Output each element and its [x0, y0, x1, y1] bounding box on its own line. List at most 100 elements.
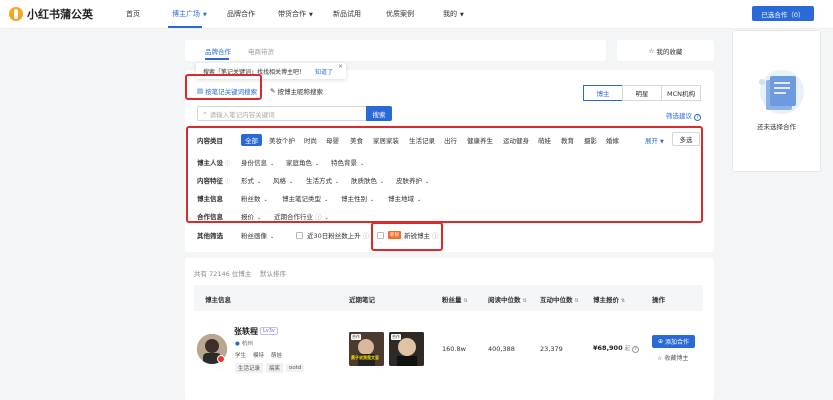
nav-new-product[interactable]: 新品试用: [333, 9, 361, 19]
persona-tags: 学生 模特 萌娃: [235, 351, 289, 359]
read-median-value: 400,388: [488, 345, 515, 353]
fans-value: 160.8w: [442, 345, 466, 353]
favorites-label: 我的收藏: [656, 47, 683, 56]
nickname-icon: ✎: [270, 87, 276, 95]
info-icon: ⓘ: [362, 232, 370, 240]
mode-label: 按博主昵称搜索: [277, 88, 323, 96]
price-amount: ¥68,900: [593, 344, 623, 352]
search-icon: ⌕: [203, 109, 207, 117]
nav-home[interactable]: 首页: [126, 9, 140, 19]
chevron-down-icon: ⌄: [270, 234, 275, 240]
nav-blogger-square[interactable]: 博主广场 ▼: [172, 9, 207, 19]
sort-icon: ⇅: [621, 298, 626, 304]
highlight-newbie-filter: [371, 222, 443, 251]
suggest-label: 筛选建议: [666, 112, 692, 120]
th-blogger-info: 博主信息: [205, 296, 231, 304]
interact-median-value: 23,379: [540, 345, 563, 353]
empty-document-icon: [759, 70, 804, 114]
th-read-median[interactable]: 阅读中位数 ⇅: [488, 294, 527, 304]
checkbox-icon: [296, 231, 303, 239]
blogger-name[interactable]: 张轶程: [234, 326, 258, 337]
nav-label: 我的: [443, 10, 457, 18]
note-tag: 合作: [391, 334, 401, 340]
tag: 模特: [253, 353, 265, 359]
checkbox-label: 近30日粉丝数上升: [307, 232, 361, 240]
tag: 搞笑: [266, 363, 284, 373]
tag: ootd: [286, 364, 305, 372]
note-thumbnail[interactable]: 合作: [389, 332, 424, 366]
star-icon: ☆: [648, 46, 655, 55]
add-coop-button[interactable]: ⊕ 添加合作: [652, 335, 695, 348]
total-count: 共有 72146 位博主: [194, 270, 252, 278]
favorite-blogger-button[interactable]: ☆ 收藏博主: [657, 353, 688, 362]
fan-portrait-dropdown[interactable]: 粉丝画像 ⌄: [241, 230, 274, 240]
segment-mcn[interactable]: MCN机构: [661, 85, 701, 101]
nav-brand-coop[interactable]: 品牌合作: [227, 9, 255, 19]
sort-selector[interactable]: 默认排序: [260, 268, 286, 278]
selected-coop-button[interactable]: 已选合作（0）: [752, 6, 814, 21]
chevron-down-icon: ▼: [460, 12, 464, 18]
plus-icon: ⊕: [657, 338, 663, 345]
th-recent-notes: 近期笔记: [349, 296, 375, 304]
filter-label-other: 其他筛选: [197, 232, 223, 240]
nav-cases[interactable]: 优质案例: [386, 9, 414, 19]
sort-icon: ⇅: [522, 298, 527, 304]
filter-suggest-link[interactable]: 筛选建议?: [666, 110, 701, 121]
nav-ecommerce-coop[interactable]: 带货合作 ▼: [278, 9, 313, 19]
th-interact-median[interactable]: 互动中位数 ⇅: [540, 294, 579, 304]
logo-icon: [9, 7, 23, 21]
th-actions: 操作: [652, 296, 665, 304]
search-button[interactable]: 搜索: [366, 106, 392, 121]
header-label: 博主报价: [593, 296, 619, 304]
brand-name: 小红书蒲公英: [27, 8, 93, 21]
search-by-nickname-tab[interactable]: ✎ 按博主昵称搜索: [270, 86, 323, 96]
nav-active-underline: [168, 26, 202, 28]
search-placeholder: 请输入笔记内容关键词: [209, 110, 275, 119]
button-label: 添加合作: [665, 339, 690, 346]
top-navbar: [0, 0, 833, 29]
my-favorites-button[interactable]: ☆ 我的收藏: [617, 40, 714, 61]
header-label: 互动中位数: [540, 296, 573, 304]
keyword-search-input[interactable]: ⌕ 请输入笔记内容关键词: [197, 106, 367, 121]
sort-icon: ⇅: [463, 298, 468, 304]
header-label: 阅读中位数: [488, 296, 521, 304]
avatar-badge: [217, 355, 225, 363]
brand-logo[interactable]: 小红书蒲公英: [9, 6, 93, 22]
blogger-location: ● 杭州: [235, 339, 253, 347]
highlight-search-mode: [185, 74, 262, 100]
segment-blogger[interactable]: 博主: [583, 85, 623, 101]
location-text: 杭州: [241, 341, 253, 347]
close-icon[interactable]: ×: [338, 63, 343, 70]
tag: 学生: [235, 353, 247, 359]
chevron-down-icon: ▼: [309, 12, 313, 18]
tab-brand-coop[interactable]: 品牌合作: [205, 46, 231, 56]
price-suffix: 起: [624, 346, 631, 352]
fan-growth-checkbox[interactable]: 近30日粉丝数上升 ⓘ: [296, 230, 369, 240]
nav-label: 带货合作: [278, 10, 306, 18]
nav-mine[interactable]: 我的 ▼: [443, 9, 464, 19]
content-tags: 生活记录 搞笑 ootd: [235, 363, 307, 373]
note-caption: 黑子说我是文盲: [351, 355, 379, 360]
th-fans[interactable]: 粉丝量 ⇅: [442, 294, 468, 304]
tag: 生活记录: [235, 363, 264, 373]
tab-active-underline: [205, 58, 229, 60]
info-icon: ?: [632, 346, 640, 353]
price-value: ¥68,900 起?: [593, 344, 640, 353]
sort-icon: ⇅: [574, 298, 579, 304]
note-thumbnail[interactable]: 合作 黑子说我是文盲: [349, 332, 384, 366]
nav-label: 博主广场: [172, 10, 200, 18]
tooltip-dismiss-link[interactable]: 知道了: [315, 67, 333, 76]
button-label: 收藏博主: [664, 355, 689, 362]
info-icon: ?: [694, 114, 701, 121]
dropdown-label: 粉丝画像: [241, 232, 267, 240]
empty-state-text: 还未选择合作: [757, 123, 796, 131]
highlight-filter-rows: [186, 126, 703, 223]
chevron-down-icon: ▼: [203, 12, 207, 18]
header-label: 粉丝量: [442, 296, 462, 304]
tag: 萌娃: [271, 353, 283, 359]
star-icon: ☆: [657, 355, 663, 362]
level-badge: Lv3v: [260, 327, 278, 335]
th-price[interactable]: 博主报价 ⇅: [593, 294, 625, 304]
tab-ecommerce[interactable]: 电商带货: [248, 46, 274, 56]
segment-star[interactable]: 明星: [622, 85, 662, 101]
